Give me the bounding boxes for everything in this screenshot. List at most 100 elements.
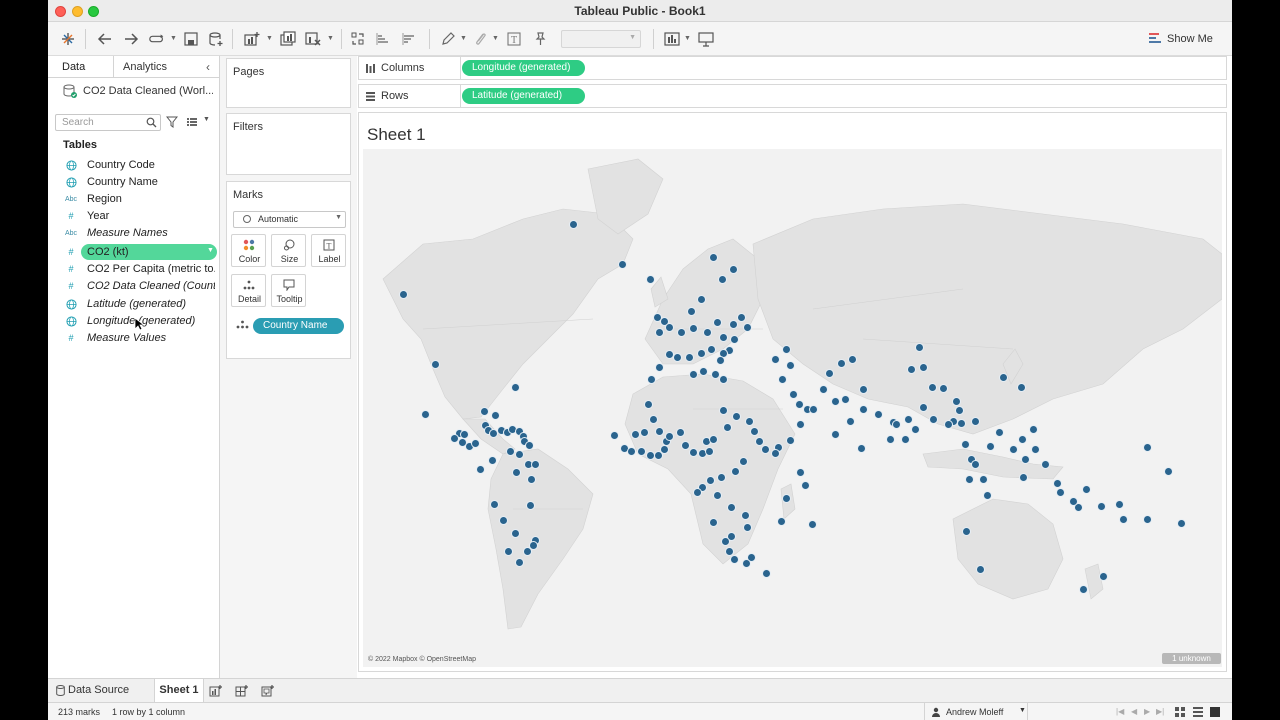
country-mark[interactable]	[708, 252, 718, 262]
country-mark[interactable]	[716, 472, 726, 482]
country-mark[interactable]	[718, 405, 728, 415]
country-mark[interactable]	[688, 447, 698, 457]
country-mark[interactable]	[927, 382, 937, 392]
country-mark[interactable]	[498, 515, 508, 525]
country-mark[interactable]	[830, 396, 840, 406]
country-mark[interactable]	[840, 394, 850, 404]
country-mark[interactable]	[490, 410, 500, 420]
country-mark[interactable]	[568, 219, 578, 229]
field-measure-names[interactable]: Abc Measure Names	[48, 225, 220, 242]
field-country-name[interactable]: Country Name	[48, 174, 220, 191]
country-mark[interactable]	[659, 444, 669, 454]
country-mark[interactable]	[1176, 518, 1186, 528]
country-mark[interactable]	[730, 466, 740, 476]
country-mark[interactable]	[728, 319, 738, 329]
country-mark[interactable]	[954, 405, 964, 415]
search-input[interactable]	[56, 115, 144, 130]
country-mark[interactable]	[928, 414, 938, 424]
country-mark[interactable]	[636, 446, 646, 456]
field-co2-count[interactable]: # CO2 Data Cleaned (Count)	[48, 278, 220, 295]
country-mark[interactable]	[785, 435, 795, 445]
country-mark[interactable]	[1142, 442, 1152, 452]
swap-rows-columns-icon[interactable]	[349, 30, 367, 48]
country-mark[interactable]	[807, 519, 817, 529]
country-mark[interactable]	[900, 434, 910, 444]
country-mark[interactable]	[430, 359, 440, 369]
fit-select[interactable]: ▼	[561, 30, 641, 48]
country-mark[interactable]	[712, 490, 722, 500]
country-mark[interactable]	[510, 528, 520, 538]
country-mark[interactable]	[698, 366, 708, 376]
country-mark[interactable]	[836, 358, 846, 368]
country-mark[interactable]	[708, 434, 718, 444]
datasource-name[interactable]: CO2 Data Cleaned (Worl...	[83, 85, 213, 97]
country-mark[interactable]	[1078, 584, 1088, 594]
view-options-icon[interactable]	[186, 116, 198, 128]
country-mark[interactable]	[688, 369, 698, 379]
color-button[interactable]: Color	[231, 234, 266, 267]
country-mark[interactable]	[918, 402, 928, 412]
new-datasource-icon[interactable]	[207, 30, 225, 48]
country-mark[interactable]	[824, 368, 834, 378]
country-mark[interactable]	[781, 344, 791, 354]
country-mark[interactable]	[885, 434, 895, 444]
tab-data-source[interactable]: Data Source	[54, 679, 148, 702]
show-cards-dropdown-icon[interactable]: ▼	[684, 30, 692, 48]
group-members-icon[interactable]	[471, 30, 489, 48]
group-dropdown-icon[interactable]: ▼	[492, 30, 500, 48]
country-mark[interactable]	[994, 427, 1004, 437]
country-mark[interactable]	[800, 480, 810, 490]
country-mark[interactable]	[736, 312, 746, 322]
country-mark[interactable]	[654, 362, 664, 372]
tab-sheet-1[interactable]: Sheet 1	[154, 679, 204, 702]
country-mark[interactable]	[510, 382, 520, 392]
country-mark[interactable]	[998, 372, 1008, 382]
country-mark[interactable]	[648, 414, 658, 424]
show-labels-icon[interactable]: T	[505, 30, 523, 48]
tab-analytics[interactable]: Analytics	[123, 61, 167, 73]
country-mark[interactable]	[760, 444, 770, 454]
country-mark[interactable]	[1081, 484, 1091, 494]
prev-sheet-icon[interactable]: ◀	[1131, 707, 1137, 716]
sort-descending-icon[interactable]	[400, 30, 418, 48]
list-view-icon[interactable]	[1193, 707, 1203, 717]
country-mark[interactable]	[729, 334, 739, 344]
field-year[interactable]: # Year	[48, 208, 220, 225]
duplicate-sheet-icon[interactable]	[279, 30, 297, 48]
country-mark[interactable]	[938, 383, 948, 393]
country-mark[interactable]	[692, 487, 702, 497]
country-mark[interactable]	[785, 360, 795, 370]
country-mark[interactable]	[956, 418, 966, 428]
columns-shelf[interactable]: Columns Longitude (generated)	[358, 56, 1227, 80]
country-mark[interactable]	[720, 536, 730, 546]
presentation-mode-icon[interactable]	[697, 30, 715, 48]
new-dashboard-tab-icon[interactable]	[235, 684, 249, 697]
country-mark[interactable]	[808, 404, 818, 414]
country-mark[interactable]	[530, 459, 540, 469]
country-mark[interactable]	[873, 409, 883, 419]
country-mark[interactable]	[858, 384, 868, 394]
replay-dropdown-icon[interactable]: ▼	[170, 30, 178, 48]
size-button[interactable]: Size	[271, 234, 306, 267]
field-co2-per-capita[interactable]: # CO2 Per Capita (metric to...	[48, 261, 220, 278]
view-options-dropdown-icon[interactable]: ▼	[203, 116, 210, 123]
detail-button[interactable]: Detail	[231, 274, 266, 307]
country-mark[interactable]	[795, 467, 805, 477]
filters-card[interactable]: Filters	[226, 113, 351, 175]
country-mark[interactable]	[777, 374, 787, 384]
country-mark[interactable]	[617, 259, 627, 269]
country-mark[interactable]	[715, 355, 725, 365]
country-mark[interactable]	[717, 274, 727, 284]
last-sheet-icon[interactable]: ▶|	[1156, 707, 1164, 716]
clear-sheet-icon[interactable]	[304, 30, 322, 48]
country-mark[interactable]	[742, 522, 752, 532]
filter-icon[interactable]	[166, 116, 178, 128]
country-mark[interactable]	[749, 426, 759, 436]
country-mark[interactable]	[744, 416, 754, 426]
country-mark[interactable]	[830, 429, 840, 439]
country-mark[interactable]	[475, 464, 485, 474]
country-mark[interactable]	[1163, 466, 1173, 476]
new-worksheet-tab-icon[interactable]	[209, 684, 223, 697]
country-mark[interactable]	[664, 349, 674, 359]
country-mark[interactable]	[630, 429, 640, 439]
